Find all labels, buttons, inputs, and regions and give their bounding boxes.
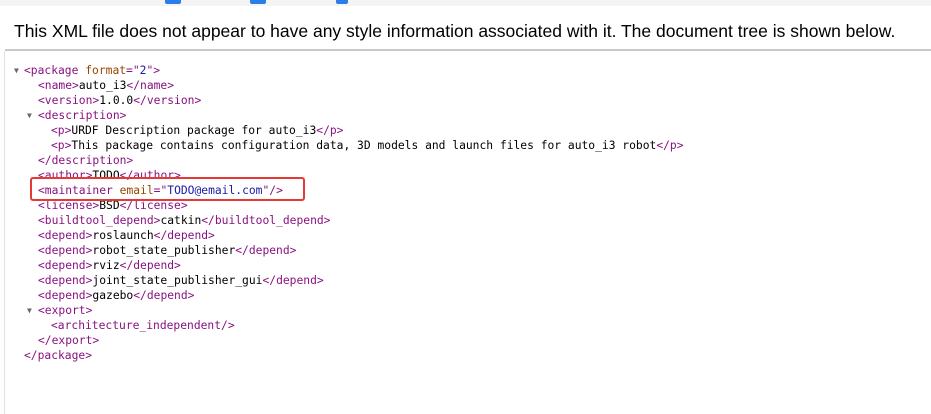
tag-architecture-independent: <architecture_independent/> — [51, 319, 235, 332]
xml-line-depend: <depend>robot_state_publisher</depend> — [38, 243, 296, 258]
p1-text: URDF Description package for auto_i3 — [71, 124, 317, 137]
tag-p-open: <p> — [51, 124, 72, 137]
xml-line-description-close: </description> — [38, 153, 133, 168]
maintainer-highlight-box — [30, 177, 305, 201]
tag-depend-close: </depend> — [235, 244, 297, 257]
xml-line-version: <version>1.0.0</version> — [38, 93, 201, 108]
xml-line-p2: <p>This package contains configuration d… — [51, 138, 684, 153]
tag-depend-open: <depend> — [38, 274, 93, 287]
tag-p-close: </p> — [656, 139, 684, 152]
tag-p-open: <p> — [51, 139, 72, 152]
collapse-description-toggle-icon[interactable]: ▼ — [27, 108, 37, 123]
xml-line-description-open: <description> — [38, 108, 126, 123]
depend-text: rviz — [92, 259, 120, 272]
tag-depend-close: </depend> — [133, 289, 195, 302]
tag-depend-close: </depend> — [153, 229, 215, 242]
xml-line-p1: <p>URDF Description package for auto_i3<… — [51, 123, 343, 138]
tag-export-open: <export> — [38, 304, 93, 317]
xml-line-name: <name>auto_i3</name> — [38, 78, 174, 93]
tag-description-close: </description> — [38, 154, 134, 167]
depend-text: roslaunch — [92, 229, 154, 242]
tab-fragment — [336, 0, 348, 4]
left-border — [4, 51, 5, 414]
tag-depend-open: <depend> — [38, 289, 93, 302]
tag-depend-close: </depend> — [119, 259, 181, 272]
tag-name-close: </name> — [126, 79, 175, 92]
collapse-package-toggle-icon[interactable]: ▼ — [14, 63, 24, 78]
attr-eq: =" — [126, 64, 140, 77]
depend-text: robot_state_publisher — [92, 244, 236, 257]
tag-package-close: </package> — [24, 349, 93, 362]
buildtool-text: catkin — [160, 214, 202, 227]
tab-fragment — [250, 0, 266, 4]
collapse-export-toggle-icon[interactable]: ▼ — [27, 303, 37, 318]
depend-text: joint_state_publisher_gui — [92, 274, 263, 287]
xml-line-depend: <depend>joint_state_publisher_gui</depen… — [38, 273, 324, 288]
tag-buildtool-open: <buildtool_depend> — [38, 214, 161, 227]
xml-line-depend: <depend>roslaunch</depend> — [38, 228, 215, 243]
xml-style-notice-text: This XML file does not appear to have an… — [14, 21, 896, 41]
version-text: 1.0.0 — [99, 94, 134, 107]
xml-line-package-open: <package format="2"> — [24, 63, 160, 78]
tag-depend-open: <depend> — [38, 259, 93, 272]
tag-buildtool-close: </buildtool_depend> — [201, 214, 331, 227]
xml-line-architecture-independent: <architecture_independent/> — [51, 318, 235, 333]
xml-line-export-open: <export> — [38, 303, 92, 318]
tag-package-open: <package — [24, 64, 79, 77]
xml-style-notice: This XML file does not appear to have an… — [5, 6, 931, 51]
tab-fragment — [165, 0, 181, 4]
tag-version-close: </version> — [133, 94, 202, 107]
p2-text: This package contains configuration data… — [71, 139, 657, 152]
xml-line-export-close: </export> — [38, 333, 99, 348]
tag-depend-close: </depend> — [262, 274, 324, 287]
tag-version-open: <version> — [38, 94, 100, 107]
tag-bracket: "> — [146, 64, 161, 77]
xml-line-buildtool-depend: <buildtool_depend>catkin</buildtool_depe… — [38, 213, 330, 228]
tag-export-close: </export> — [38, 334, 100, 347]
tag-name-open: <name> — [38, 79, 79, 92]
tag-depend-open: <depend> — [38, 244, 93, 257]
tag-description-open: <description> — [38, 109, 127, 122]
tag-p-close: </p> — [316, 124, 344, 137]
name-text: auto_i3 — [78, 79, 127, 92]
xml-line-depend: <depend>gazebo</depend> — [38, 288, 194, 303]
xml-line-depend: <depend>rviz</depend> — [38, 258, 181, 273]
attr-format: format — [85, 64, 127, 77]
depend-text: gazebo — [92, 289, 134, 302]
tag-depend-open: <depend> — [38, 229, 93, 242]
xml-line-package-close: </package> — [24, 348, 92, 363]
